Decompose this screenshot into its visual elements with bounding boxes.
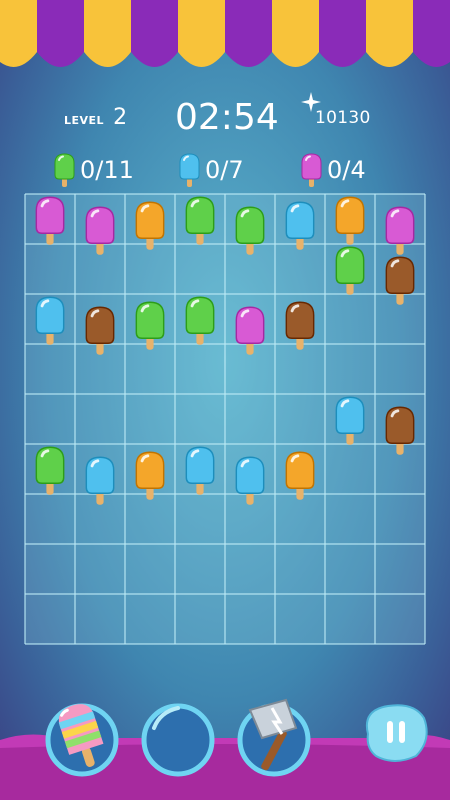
blue-popsicle-icon — [179, 153, 200, 187]
brown-popsicle-piece[interactable] — [82, 304, 118, 358]
board-cell[interactable] — [275, 594, 325, 644]
blue-popsicle-piece[interactable] — [282, 199, 318, 253]
booster-rainbow-popsicle[interactable] — [42, 698, 122, 778]
board-cell[interactable] — [175, 594, 225, 644]
board-cell[interactable] — [225, 594, 275, 644]
board-cell[interactable] — [175, 494, 225, 544]
blue-popsicle-piece[interactable] — [182, 444, 218, 498]
green-popsicle-icon — [54, 153, 75, 187]
level-indicator: LEVEL 2 — [64, 105, 127, 130]
orange-popsicle-piece[interactable] — [132, 449, 168, 503]
brown-popsicle-piece[interactable] — [382, 404, 418, 458]
board-cell[interactable] — [325, 594, 375, 644]
brown-popsicle-piece[interactable] — [282, 299, 318, 353]
pink-popsicle-piece[interactable] — [232, 304, 268, 358]
green-popsicle-piece[interactable] — [132, 299, 168, 353]
game-board[interactable] — [24, 193, 426, 645]
pink-popsicle-piece[interactable] — [382, 204, 418, 258]
blue-popsicle-piece[interactable] — [32, 294, 68, 348]
board-cell[interactable] — [175, 244, 225, 294]
blue-popsicle-piece[interactable] — [332, 394, 368, 448]
goal-counters: 0/11 0/7 0/4 — [0, 150, 450, 190]
board-cell[interactable] — [25, 344, 75, 394]
board-cell[interactable] — [325, 344, 375, 394]
pink-popsicle-piece[interactable] — [82, 204, 118, 258]
board-cell[interactable] — [325, 294, 375, 344]
orange-popsicle-piece[interactable] — [132, 199, 168, 253]
board-cell[interactable] — [25, 594, 75, 644]
green-popsicle-piece[interactable] — [182, 294, 218, 348]
booster-empty-slot[interactable] — [138, 698, 218, 778]
orange-popsicle-piece[interactable] — [282, 449, 318, 503]
board-cell[interactable] — [25, 394, 75, 444]
board-cell[interactable] — [25, 244, 75, 294]
goal-pink: 0/4 — [299, 150, 366, 190]
board-cell[interactable] — [275, 544, 325, 594]
board-cell[interactable] — [225, 394, 275, 444]
board-cell[interactable] — [125, 594, 175, 644]
pink-popsicle-piece[interactable] — [32, 194, 68, 248]
awning-stripe — [84, 0, 131, 67]
board-cell[interactable] — [25, 544, 75, 594]
board-cell[interactable] — [75, 544, 125, 594]
pink-popsicle-icon — [301, 153, 322, 187]
goal-blue: 0/7 — [177, 150, 244, 190]
score-value: 10130 — [315, 108, 371, 128]
awning-decoration — [0, 0, 450, 67]
blue-popsicle-piece[interactable] — [232, 454, 268, 508]
board-cell[interactable] — [325, 444, 375, 494]
green-popsicle-piece[interactable] — [232, 204, 268, 258]
board-cell[interactable] — [325, 494, 375, 544]
board-cell[interactable] — [375, 494, 425, 544]
awning-stripe — [225, 0, 272, 67]
goal-blue-count: 0/7 — [205, 156, 244, 184]
level-label: LEVEL — [64, 114, 105, 127]
board-cell[interactable] — [75, 394, 125, 444]
awning-stripe — [178, 0, 225, 67]
green-popsicle-piece[interactable] — [32, 444, 68, 498]
level-number: 2 — [113, 105, 128, 130]
countdown-timer: 02:54 — [175, 97, 279, 138]
goal-green: 0/11 — [52, 150, 134, 190]
awning-stripe — [366, 0, 413, 67]
board-cell[interactable] — [225, 544, 275, 594]
board-cell[interactable] — [175, 394, 225, 444]
board-cell[interactable] — [25, 494, 75, 544]
awning-stripe — [0, 0, 37, 67]
board-cell[interactable] — [125, 544, 175, 594]
awning-stripe — [131, 0, 178, 67]
awning-stripe — [272, 0, 319, 67]
board-cell[interactable] — [375, 594, 425, 644]
green-popsicle-piece[interactable] — [182, 194, 218, 248]
hud-bar: LEVEL 2 02:54 10130 — [0, 92, 450, 140]
orange-popsicle-piece[interactable] — [332, 194, 368, 248]
board-cell[interactable] — [275, 394, 325, 444]
board-cell[interactable] — [125, 394, 175, 444]
awning-stripe — [319, 0, 366, 67]
blue-popsicle-piece[interactable] — [82, 454, 118, 508]
board-cell[interactable] — [175, 544, 225, 594]
green-popsicle-piece[interactable] — [332, 244, 368, 298]
awning-stripe — [37, 0, 84, 67]
brown-popsicle-piece[interactable] — [382, 254, 418, 308]
board-cell[interactable] — [75, 594, 125, 644]
board-cell[interactable] — [375, 544, 425, 594]
board-cell[interactable] — [325, 544, 375, 594]
goal-pink-count: 0/4 — [327, 156, 366, 184]
board-cell[interactable] — [375, 344, 425, 394]
goal-green-count: 0/11 — [80, 156, 134, 184]
board-cell[interactable] — [175, 344, 225, 394]
pause-button[interactable] — [358, 700, 434, 766]
booster-hammer[interactable] — [234, 698, 314, 778]
awning-stripe — [413, 0, 450, 67]
